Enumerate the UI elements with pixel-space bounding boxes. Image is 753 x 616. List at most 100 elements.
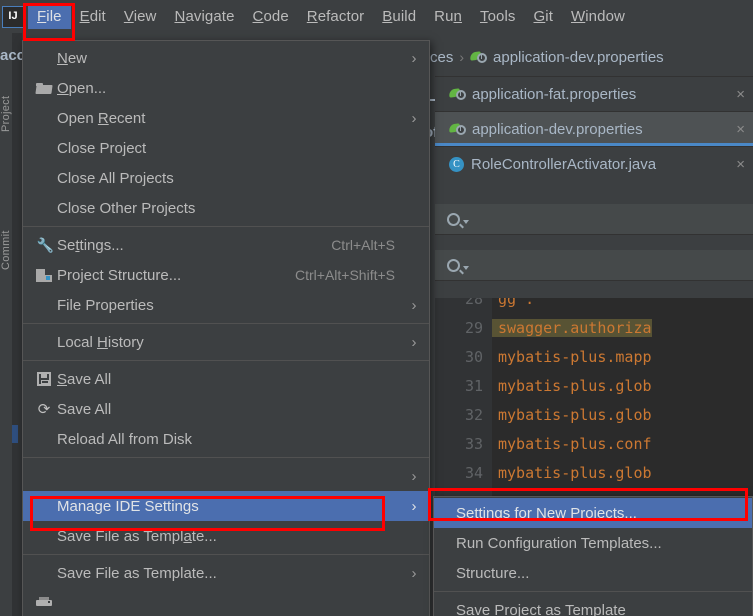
search-icon — [447, 258, 460, 272]
menu-item-label: Manage IDE Settings — [57, 497, 199, 515]
close-icon[interactable]: × — [728, 121, 753, 138]
code-line: 30 mybatis-plus.mapp — [435, 342, 753, 371]
menu-item-shortcut: Ctrl+Alt+Shift+S — [295, 267, 395, 283]
menu-item-save-all[interactable]: Save All — [23, 364, 429, 394]
chevron-right-icon: › — [411, 109, 417, 127]
submenu-item-structure[interactable]: Structure... — [434, 558, 752, 588]
menu-build[interactable]: Build — [373, 4, 425, 29]
chevron-right-icon: › — [411, 564, 417, 582]
menu-item-open[interactable]: Open... — [23, 73, 429, 103]
breadcrumb-separator-icon: › — [459, 49, 465, 65]
menu-item-print[interactable] — [23, 588, 429, 616]
line-number: 28 — [464, 298, 483, 308]
menu-navigate[interactable]: Navigate — [166, 4, 244, 29]
menu-item-label: Open... — [57, 79, 107, 97]
chevron-down-icon[interactable] — [463, 266, 469, 270]
code-line: 33 mybatis-plus.conf — [435, 429, 753, 458]
menu-item-label: Local History — [57, 333, 144, 351]
menu-item-reload-all-from-disk[interactable]: ⟳ Save All — [23, 394, 429, 424]
folder-icon — [31, 82, 57, 94]
code-editor[interactable]: 28 gg . 29 swagger.authoriza 30 mybatis-… — [435, 298, 753, 498]
menu-item-project-structure[interactable]: Project Structure... Ctrl+Alt+Shift+S — [23, 260, 429, 290]
menu-item-shortcut: Ctrl+Alt+S — [331, 237, 395, 253]
line-content: mybatis-plus.glob — [498, 376, 652, 395]
wrench-icon: 🔧 — [36, 236, 54, 253]
menu-item-label: Save All — [57, 370, 112, 388]
menu-item-settings[interactable]: 🔧 Settings... Ctrl+Alt+S — [23, 230, 429, 260]
properties-icon — [448, 87, 466, 102]
submenu-item-settings-for-new-projects[interactable]: Settings for New Projects... — [434, 498, 752, 528]
menu-item-export[interactable]: Save File as Template... › — [23, 558, 429, 588]
menu-view[interactable]: View — [115, 4, 166, 29]
breadcrumb: rces › application-dev.properties — [425, 42, 753, 72]
editor-tab-application-fat[interactable]: application-fat.properties × — [435, 76, 753, 111]
menu-item-open-recent[interactable]: Open Recent › — [23, 103, 429, 133]
menu-tools[interactable]: Tools — [471, 4, 525, 29]
line-number: 30 — [464, 347, 483, 366]
line-content: mybatis-plus.glob — [498, 463, 652, 482]
chevron-down-icon[interactable] — [463, 220, 469, 224]
code-line: 31 mybatis-plus.glob — [435, 371, 753, 400]
search-input[interactable] — [435, 204, 753, 235]
menu-item-label: Project Structure... — [57, 266, 182, 284]
close-icon[interactable]: × — [728, 86, 753, 103]
editor-tab-role-controller-activator[interactable]: C RoleControllerActivator.java × — [435, 146, 753, 181]
ide-window: Project Commit acc rces › application-de… — [0, 0, 753, 616]
menu-separator — [23, 457, 429, 458]
tool-window-commit[interactable]: Commit — [0, 215, 22, 285]
menu-refactor[interactable]: Refactor — [298, 4, 374, 29]
chevron-right-icon: › — [411, 467, 417, 485]
search-input-secondary[interactable] — [435, 250, 753, 281]
menu-item-new-projects-setup[interactable]: Manage IDE Settings › — [23, 491, 429, 521]
close-icon[interactable]: × — [728, 156, 753, 173]
project-structure-icon — [31, 268, 57, 282]
editor-tab-label: RoleControllerActivator.java — [471, 155, 657, 173]
code-line: 28 gg . — [435, 298, 753, 313]
menu-item-label: Save All — [57, 400, 112, 418]
menu-item-file-properties[interactable]: File Properties › — [23, 290, 429, 320]
intellij-logo-icon: IJ — [2, 5, 24, 28]
tool-window-project[interactable]: Project — [0, 78, 22, 150]
menu-item-label: File Properties — [57, 296, 154, 314]
chevron-right-icon: › — [411, 49, 417, 67]
menu-item-close-other-projects[interactable]: Close Other Projects — [23, 193, 429, 223]
menu-run[interactable]: Run — [425, 4, 471, 29]
menu-item-label: Settings... — [57, 236, 124, 254]
file-menu-popup: New › Open... Open Recent › Close Projec… — [22, 40, 430, 616]
submenu-item-label: Run Configuration Templates... — [456, 534, 662, 552]
line-number: 32 — [464, 405, 483, 424]
menu-separator — [23, 323, 429, 324]
editor-tab-strip: application-fat.properties × application… — [435, 76, 753, 181]
code-line: 29 swagger.authoriza — [435, 313, 753, 342]
menu-edit[interactable]: Edit — [71, 4, 115, 29]
menu-item-label: Save File as Template... — [57, 527, 217, 545]
line-number: 33 — [464, 434, 483, 453]
submenu-item-save-project-as-template[interactable]: Save Project as Template — [434, 595, 752, 616]
menu-item-manage-ide-settings[interactable]: › — [23, 461, 429, 491]
chevron-right-icon: › — [411, 497, 417, 515]
menu-item-close-project[interactable]: Close Project — [23, 133, 429, 163]
menu-file[interactable]: File — [28, 4, 71, 29]
menu-git[interactable]: Git — [525, 4, 562, 29]
code-line: 32 mybatis-plus.glob — [435, 400, 753, 429]
menu-item-save-file-as-template[interactable]: Save File as Template... — [23, 521, 429, 551]
line-content: mybatis-plus.mapp — [498, 347, 652, 366]
menu-item-local-history[interactable]: Local History › — [23, 327, 429, 357]
left-rail-marker — [12, 425, 18, 443]
menu-separator — [23, 360, 429, 361]
new-projects-setup-submenu: Settings for New Projects... Run Configu… — [433, 496, 753, 616]
menu-window[interactable]: Window — [562, 4, 634, 29]
code-line: 34 mybatis-plus.glob — [435, 458, 753, 487]
line-content: mybatis-plus.conf — [498, 434, 652, 453]
line-content: swagger.authoriza — [492, 318, 652, 337]
menu-item-close-all-projects[interactable]: Close All Projects — [23, 163, 429, 193]
editor-tab-application-dev[interactable]: application-dev.properties × — [435, 111, 753, 146]
breadcrumb-current-file: application-dev.properties — [493, 48, 664, 66]
chevron-right-icon: › — [411, 296, 417, 314]
menu-item-new[interactable]: New › — [23, 43, 429, 73]
menu-code[interactable]: Code — [244, 4, 298, 29]
menu-item-invalidate-caches[interactable]: Reload All from Disk — [23, 424, 429, 454]
menu-bar: IJ File Edit View Navigate Code Refactor… — [0, 0, 753, 33]
submenu-item-label: Settings for New Projects... — [456, 504, 637, 522]
submenu-item-run-configuration-templates[interactable]: Run Configuration Templates... — [434, 528, 752, 558]
